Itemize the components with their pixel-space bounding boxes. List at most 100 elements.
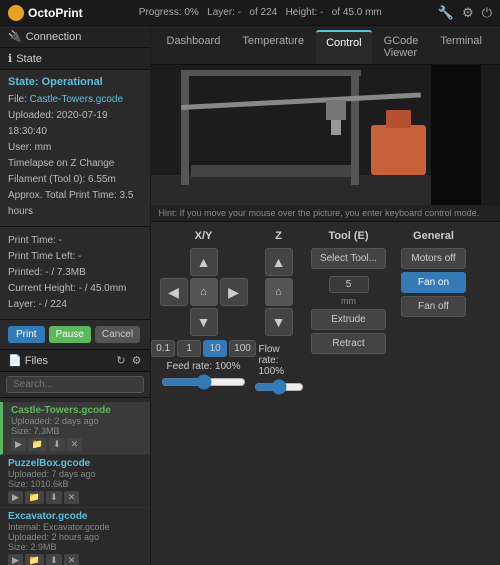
print-buttons: Print Pause Cancel (0, 320, 150, 350)
xy-empty-br (220, 308, 248, 336)
tab-temperature[interactable]: Temperature (232, 30, 314, 64)
file-delete-btn-puzzelbox[interactable]: ✕ (64, 491, 80, 504)
main-layout: 🔌 Connection ℹ State State: Operational … (0, 26, 500, 565)
step-100-button[interactable]: 100 (229, 340, 256, 357)
mm-input[interactable] (329, 276, 369, 293)
left-panel: 🔌 Connection ℹ State State: Operational … (0, 26, 151, 565)
xy-step-row: 0.1 1 10 100 (151, 340, 256, 357)
file-download-btn-castle[interactable]: ⬇ (49, 438, 65, 451)
file-name-excavator: Excavator.gcode (8, 511, 142, 522)
refresh-icon[interactable]: ↻ (116, 354, 125, 367)
xy-control-group: X/Y ▲ ◀ ⌂ ▶ ▼ 0.1 1 10 100 (159, 230, 249, 557)
tab-control[interactable]: Control (316, 30, 371, 64)
layer-text: Layer: - (207, 7, 241, 18)
file-delete-btn-castle[interactable]: ✕ (67, 438, 83, 451)
tab-terminal[interactable]: Terminal (430, 30, 492, 64)
connection-header: 🔌 Connection (0, 26, 150, 48)
pause-button[interactable]: Pause (49, 326, 91, 343)
state-section: State: Operational File: Castle-Towers.g… (0, 70, 150, 227)
file-meta-excavator-2: Uploaded: 2 hours ago (8, 532, 142, 542)
tab-gcode-viewer[interactable]: GCode Viewer (374, 30, 429, 64)
z-plus-button[interactable]: ▲ (265, 248, 293, 276)
flow-rate-row: Flow rate: 100% (259, 344, 299, 377)
wrench-icon[interactable]: 🔧 (438, 5, 454, 21)
top-bar-right-icons: 🔧 ⚙ ⏻ (438, 5, 492, 21)
print-button[interactable]: Print (8, 326, 45, 343)
app-title: OctoPrint (28, 6, 83, 20)
file-item-puzzelbox[interactable]: PuzzelBox.gcode Uploaded: 7 days ago Siz… (0, 455, 150, 508)
feed-rate-row: Feed rate: 100% (167, 361, 241, 372)
file-delete-btn-excavator[interactable]: ✕ (64, 554, 80, 565)
flow-rate-slider[interactable] (254, 379, 304, 395)
settings-icon[interactable]: ⚙ (462, 5, 474, 21)
file-folder-btn-castle[interactable]: 📁 (28, 438, 47, 451)
print-time: Print Time: - (8, 233, 142, 249)
file-actions-castle: ▶ 📁 ⬇ ✕ (11, 438, 142, 451)
retract-button[interactable]: Retract (311, 333, 386, 354)
x-minus-button[interactable]: ◀ (160, 278, 188, 306)
step-10-button[interactable]: 10 (203, 340, 227, 357)
file-folder-btn-puzzelbox[interactable]: 📁 (25, 491, 44, 504)
tab-bar: Dashboard Temperature Control GCode View… (151, 26, 500, 65)
file-meta-puzzelbox-1: Uploaded: 7 days ago (8, 469, 142, 479)
print-info-section: Print Time: - Print Time Left: - Printed… (0, 227, 150, 320)
step-1-button[interactable]: 1 (177, 340, 201, 357)
plug-icon: 🔌 (8, 30, 22, 43)
state-info: File: Castle-Towers.gcode Uploaded: 2020… (8, 92, 142, 220)
connection-label: Connection (26, 31, 82, 43)
z-home-button[interactable]: ⌂ (265, 278, 293, 306)
printed-info: Printed: - / 7.3MB (8, 265, 142, 281)
of-layers-text: of 224 (249, 7, 277, 18)
file-actions-puzzelbox: ▶ 📁 ⬇ ✕ (8, 491, 142, 504)
search-box (0, 372, 150, 398)
file-label: File: (8, 94, 30, 105)
fan-off-button[interactable]: Fan off (401, 296, 466, 317)
layer-info: Layer: - / 224 (8, 297, 142, 313)
time-left: Print Time Left: - (8, 249, 142, 265)
y-minus-button[interactable]: ▼ (190, 308, 218, 336)
cancel-button[interactable]: Cancel (95, 326, 140, 343)
file-meta-excavator-3: Size: 2.9MB (8, 542, 142, 552)
config-icon[interactable]: ⚙ (132, 354, 142, 367)
file-item-excavator[interactable]: Excavator.gcode Internal: Excavator.gcod… (0, 508, 150, 565)
timelapse-info: Timelapse on Z Change (8, 156, 142, 172)
files-header-icons: ↻ ⚙ (116, 354, 141, 367)
extrude-button[interactable]: Extrude (311, 309, 386, 330)
app-logo: OctoPrint (8, 5, 83, 21)
search-input[interactable] (6, 376, 144, 393)
control-area: X/Y ▲ ◀ ⌂ ▶ ▼ 0.1 1 10 100 (151, 222, 500, 565)
user-info: User: mm (8, 140, 142, 156)
file-item-castle[interactable]: Castle-Towers.gcode Uploaded: 2 days ago… (0, 402, 150, 455)
xy-home-button[interactable]: ⌂ (190, 278, 218, 306)
file-folder-btn-excavator[interactable]: 📁 (25, 554, 44, 565)
top-bar: OctoPrint Progress: 0% Layer: - of 224 H… (0, 0, 500, 26)
file-download-btn-puzzelbox[interactable]: ⬇ (46, 491, 62, 504)
file-meta-castle-1: Uploaded: 2 days ago (11, 416, 142, 426)
approx-time-info: Approx. Total Print Time: 3.5 hours (8, 188, 142, 220)
file-load-btn-excavator[interactable]: ▶ (8, 554, 23, 565)
printer-visual (151, 65, 500, 205)
step-0.1-button[interactable]: 0.1 (151, 340, 175, 357)
xy-empty-bl (160, 308, 188, 336)
camera-hint: Hint: If you move your mouse over the pi… (151, 205, 500, 222)
select-tool-button[interactable]: Select Tool... (311, 248, 386, 269)
file-load-btn-puzzelbox[interactable]: ▶ (8, 491, 23, 504)
tab-dashboard[interactable]: Dashboard (157, 30, 231, 64)
z-minus-button[interactable]: ▼ (265, 308, 293, 336)
y-plus-button[interactable]: ▲ (190, 248, 218, 276)
info-icon: ℹ (8, 52, 12, 65)
fan-on-button[interactable]: Fan on (401, 272, 466, 293)
file-download-btn-excavator[interactable]: ⬇ (46, 554, 62, 565)
file-actions-excavator: ▶ 📁 ⬇ ✕ (8, 554, 142, 565)
state-header: ℹ State (0, 48, 150, 70)
motors-off-button[interactable]: Motors off (401, 248, 466, 269)
feed-rate-slider[interactable] (161, 374, 246, 390)
x-plus-button[interactable]: ▶ (220, 278, 248, 306)
mm-label: mm (341, 296, 356, 306)
general-label: General (413, 230, 454, 242)
camera-view (151, 65, 500, 205)
file-load-btn-castle[interactable]: ▶ (11, 438, 26, 451)
power-icon[interactable]: ⏻ (482, 5, 492, 21)
of-height-text: of 45.0 mm (332, 7, 382, 18)
tool-label: Tool (E) (328, 230, 368, 242)
